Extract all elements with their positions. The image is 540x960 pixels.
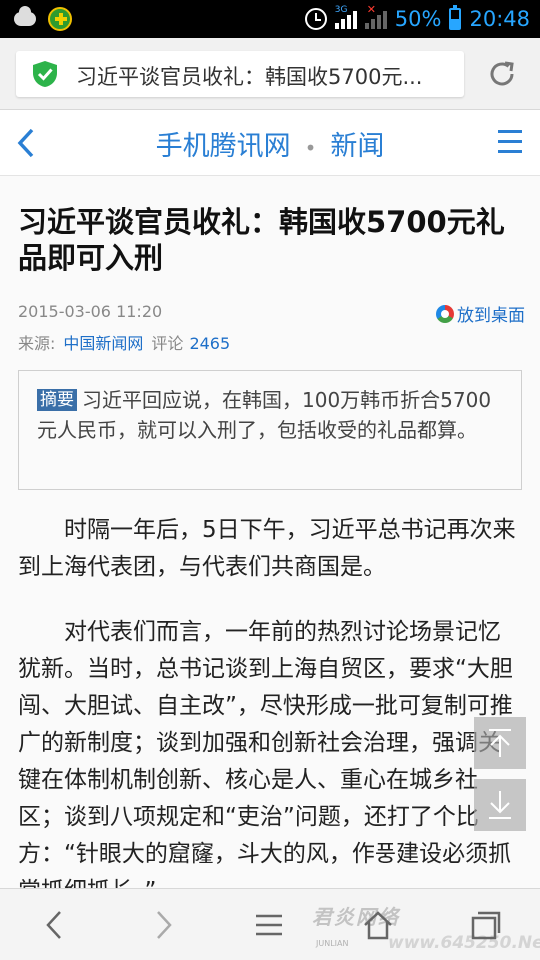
site-brand[interactable]: 手机腾讯网 • 新闻 [0,124,540,163]
url-field[interactable]: 习近平谈官员收礼：韩国收5700元... [16,51,464,97]
send-to-desktop-label: 放到桌面 [457,306,525,326]
article: 习近平谈官员收礼：韩国收5700元礼品即可入刑 2015-03-06 11:20… [0,176,540,888]
brand-separator: • [304,135,317,160]
desktop-icon [436,304,454,323]
bottom-toolbar: 君炎网络 JUNLIAN www.645250.Net [0,888,540,960]
source-link[interactable]: 中国新闻网 [63,334,143,353]
shield-check-icon [33,61,57,87]
section-name: 新闻 [330,131,385,162]
page-title: 习近平谈官员收礼：韩国收5700元... [76,65,423,89]
article-source: 来源: 中国新闻网 评论 2465 [18,330,230,354]
watermark-sub: JUNLIAN [316,939,349,948]
article-paragraph: 时隔一年后，5日下午，习近平总书记再次来到上海代表团，与代表们共商国是。 [18,517,516,580]
summary-box: 摘要 习近平回应说，在韩国，100万韩币折合5700元人民币，就可以入刑了，包括收… [18,370,522,490]
nav-tabs-button[interactable] [456,889,516,960]
comment-label: 评论 [151,334,184,353]
scroll-to-top-icon [489,729,511,757]
brand-name: 手机腾讯网 [155,131,291,162]
hamburger-menu-icon[interactable] [498,130,522,156]
status-clock: 20:48 [469,7,530,31]
network-type: 3G [334,5,348,15]
nav-menu-button[interactable] [240,889,300,960]
article-date: 2015-03-06 11:20 [18,302,163,321]
reload-icon[interactable] [486,58,518,90]
site-header: 手机腾讯网 • 新闻 [0,110,540,176]
tabs-icon [471,911,501,940]
comment-count-link[interactable]: 2465 [189,334,230,353]
plus-badge-icon [48,7,72,31]
battery-percent: 50% [394,7,442,31]
nav-forward-button[interactable] [134,889,194,960]
article-title: 习近平谈官员收礼：韩国收5700元礼品即可入刑 [18,205,505,275]
send-to-desktop-button[interactable]: 放到桌面 [436,301,525,326]
signal-icon: 3G [334,5,357,29]
summary-tag: 摘要 [37,389,77,411]
arrow-right-icon [157,911,172,939]
nav-home-button[interactable] [348,889,408,960]
cloud-icon [14,6,36,26]
article-paragraph: 对代表们而言，一年前的热烈讨论场景记忆犹新。当时，总书记谈到上海自贸区，要求“大… [18,619,513,888]
scroll-to-bottom-button[interactable] [474,779,526,831]
scroll-to-bottom-icon [489,791,511,819]
scroll-to-top-button[interactable] [474,717,526,769]
summary-text: 习近平回应说，在韩国，100万韩币折合5700元人民币，就可以入刑了，包括收受的… [37,388,492,442]
arrow-left-icon [46,911,61,939]
menu-icon [256,914,282,936]
battery-icon [449,5,462,30]
status-bar: 3G ✕ 50% 20:48 [0,0,540,38]
home-icon [364,911,392,940]
address-bar: 习近平谈官员收礼：韩国收5700元... [0,38,540,110]
nav-back-button[interactable] [26,889,86,960]
source-label: 来源: [18,334,56,353]
alarm-icon [304,8,327,30]
signal-icon: ✕ [364,3,387,29]
